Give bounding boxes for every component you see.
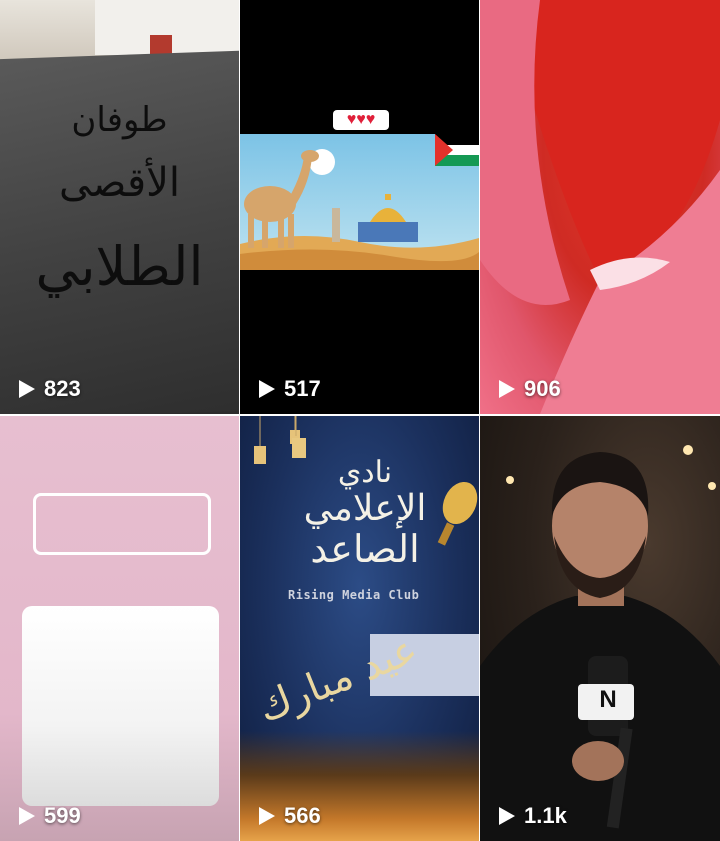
- club-title-line-1: نادي: [337, 455, 393, 490]
- white-card: [22, 606, 219, 806]
- play-icon: [259, 380, 275, 398]
- video-thumbnail: [0, 416, 239, 841]
- play-icon: [499, 380, 515, 398]
- video-thumbnail: نادي الإعلامي الصاعد Rising Media Club ع…: [240, 416, 479, 841]
- play-icon: [259, 807, 275, 825]
- club-name: Rising Media Club: [288, 588, 420, 602]
- view-count-label: 1.1k: [524, 803, 567, 828]
- club-title-line-2: الإعلامي: [303, 488, 427, 529]
- video-thumbnail: طوفان الأقصى الطلابي: [0, 0, 239, 414]
- video-tile-6[interactable]: N 1.1k: [480, 416, 720, 841]
- view-count: 823: [18, 376, 81, 402]
- club-title-line-3: الصاعد: [310, 526, 420, 571]
- video-tile-2[interactable]: ♥♥♥ 517: [240, 0, 479, 414]
- outline-box: [33, 493, 211, 555]
- play-icon: [19, 380, 35, 398]
- video-tile-5[interactable]: نادي الإعلامي الصاعد Rising Media Club ع…: [240, 416, 479, 841]
- sign-line-1: طوفان: [71, 100, 168, 140]
- view-count: 906: [498, 376, 561, 402]
- video-tile-4[interactable]: 599: [0, 416, 239, 841]
- view-count: 566: [258, 803, 321, 829]
- sign-line-2: الأقصى: [58, 160, 181, 206]
- view-count: 1.1k: [498, 803, 567, 829]
- view-count: 517: [258, 376, 321, 402]
- view-count-label: 566: [284, 803, 321, 828]
- club-title: نادي الإعلامي الصاعد: [280, 456, 450, 570]
- video-tile-3[interactable]: 906: [480, 0, 720, 414]
- play-icon: [499, 807, 515, 825]
- view-count-label: 906: [524, 376, 561, 401]
- video-grid: طوفان الأقصى الطلابي 823 ♥♥♥ 517 906 599…: [0, 0, 720, 841]
- view-count: 599: [18, 803, 81, 829]
- sign-line-3: الطلابي: [35, 235, 204, 298]
- video-thumbnail: [480, 445, 720, 841]
- play-icon: [19, 807, 35, 825]
- mic-logo: N: [599, 686, 617, 713]
- video-thumbnail: [480, 0, 720, 414]
- microphone-icon: [437, 481, 478, 546]
- hearts-badge: ♥♥♥: [333, 110, 389, 130]
- view-count-label: 599: [44, 803, 81, 828]
- view-count-label: 823: [44, 376, 81, 401]
- view-count-label: 517: [284, 376, 321, 401]
- palestine-flag-icon: [435, 134, 479, 166]
- video-tile-1[interactable]: طوفان الأقصى الطلابي 823: [0, 0, 239, 414]
- eid-calligraphy: عيد مبارك: [251, 626, 425, 732]
- video-thumbnail: ♥♥♥: [240, 0, 479, 414]
